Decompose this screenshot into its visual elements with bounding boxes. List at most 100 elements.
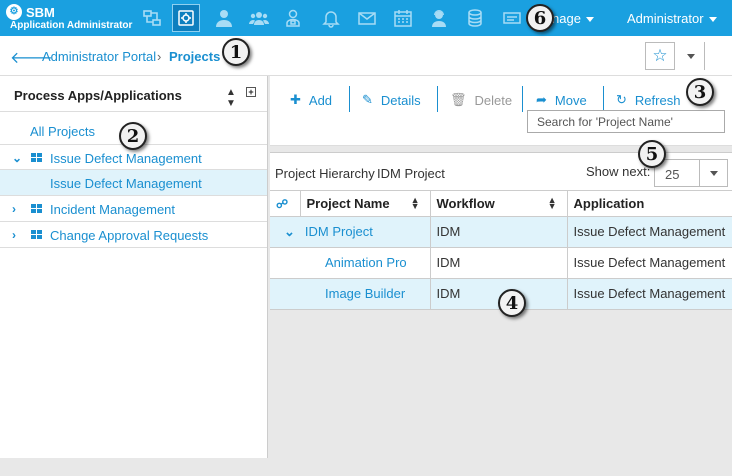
delete-label: Delete [474,92,513,108]
sort-icon[interactable]: ▲ ▼ [548,196,557,211]
hierarchy-column-header[interactable]: ☍ [270,191,301,217]
toolbar-divider [522,86,523,112]
tree-item-issue-defect-management-child[interactable]: Issue Defect Management [0,170,267,196]
toolbar: ✚ Add ✎ Details 🗑 Delete ➦ Move ↻ Refresh Sea… [270,76,732,146]
table-header-row: ☍ Project Name ▲ ▼ Workflow ▲ ▼ Application [270,191,732,217]
toolbar-divider [603,86,604,112]
projects-grid: Project Hierarchy IDM Project Show next:… [270,152,732,310]
tree-item-label: Incident Management [50,202,176,217]
callout-4: 4 [498,289,526,317]
tree-item-change-approval-requests[interactable]: › Change Approval Requests [0,222,267,248]
refresh-icon: ↻ [616,92,627,107]
favorite-button[interactable]: ☆ [645,42,675,70]
chevron-down-icon[interactable]: ⌄ [12,151,22,165]
favorite-dropdown-button[interactable] [677,42,705,70]
brand[interactable]: ⚙ SBM [6,4,55,20]
panel-title: Process Apps/Applications [14,88,182,103]
add-button[interactable]: ✚ Add [290,89,332,111]
move-button[interactable]: ➦ Move [536,89,587,111]
details-label: Details [380,92,421,108]
calendar-icon[interactable] [389,4,417,32]
application-cell: Issue Defect Management [567,278,732,310]
sort-icon[interactable]: ▲ ▼ [411,196,420,211]
star-icon: ☆ [652,46,668,65]
callout-6: 6 [526,4,554,32]
projects-table: ☍ Project Name ▲ ▼ Workflow ▲ ▼ Application … [270,191,732,310]
application-cell: Issue Defect Management [567,216,732,248]
breadcrumb: 🡐 Administrator Portal › Projects ☆ [0,36,732,76]
show-next-label: Show next: [586,164,651,179]
breadcrumb-separator: › [157,49,162,64]
application-cell: Issue Defect Management [567,247,732,279]
project-name[interactable]: Image Builder [325,286,405,301]
database-icon[interactable] [461,4,489,32]
application-grid-icon [31,230,43,240]
workflow-cell: IDM [430,216,568,248]
workflow-column-header[interactable]: Workflow ▲ ▼ [430,191,568,217]
column-label: Project Name [306,195,390,211]
role-icon[interactable] [279,4,307,32]
move-label: Move [554,92,587,108]
application-grid-icon [31,204,43,214]
callout-5: 5 [638,140,666,168]
show-next-select[interactable]: 25 [654,159,728,187]
add-label: Add [308,92,333,108]
application-column-header[interactable]: Application [567,191,732,217]
workflow-cell: IDM [430,247,568,279]
toolbar-divider [349,86,350,112]
move-arrow-icon: ➦ [536,92,547,107]
administrator-menu[interactable]: Administrator [627,11,717,26]
column-label: Workflow [436,195,495,211]
project-name-cell[interactable]: ⌄ IDM Project [270,216,431,248]
sort-icon[interactable]: ▲ ▼ [226,87,236,109]
mail-icon[interactable] [353,4,381,32]
hierarchy-icon: ☍ [276,196,289,211]
delete-button[interactable]: 🗑 Delete [450,89,512,111]
user-icon[interactable] [210,4,238,32]
support-user-icon[interactable] [425,4,453,32]
top-navigation-bar: ⚙ SBM Application Administrator nage Adm… [0,0,732,36]
search-input[interactable]: Search for 'Project Name' [527,110,725,133]
administrator-label: Administrator [627,11,704,26]
chevron-down-icon [708,17,717,23]
tree-item-label: Issue Defect Management [50,151,202,166]
breadcrumb-portal-link[interactable]: Administrator Portal [42,49,156,64]
process-apps-icon[interactable] [138,4,166,32]
page-title: Projects [169,49,221,64]
project-hierarchy-value[interactable]: IDM Project [377,166,445,181]
table-row[interactable]: Animation Pro IDM Issue Defect Managemen… [270,247,732,279]
project-name-cell[interactable]: Image Builder [270,278,431,310]
project-name-cell[interactable]: Animation Pro [270,247,431,279]
application-grid-icon [31,153,43,163]
chevron-down-icon[interactable] [699,160,728,186]
tree-item-incident-management[interactable]: › Incident Management [0,196,267,222]
chevron-right-icon[interactable]: › [12,228,16,242]
notification-bell-icon[interactable] [317,4,345,32]
chevron-down-icon [686,53,695,59]
chevron-right-icon[interactable]: › [12,202,16,216]
expand-all-icon[interactable]: + [246,87,256,97]
brand-subtitle: Application Administrator [10,20,133,31]
plus-icon: ✚ [290,92,301,107]
manage-menu[interactable]: nage [552,11,594,26]
table-row[interactable]: ⌄ IDM Project IDM Issue Defect Management [270,216,732,248]
project-name[interactable]: Animation Pro [325,255,407,270]
projects-icon[interactable] [172,4,200,32]
callout-3: 3 [686,78,714,106]
column-label: Application [573,195,645,211]
details-button[interactable]: ✎ Details [362,89,421,111]
panel-header: Process Apps/Applications ▲ ▼ + [0,76,267,112]
chevron-down-icon [585,17,594,23]
refresh-button[interactable]: ↻ Refresh [616,89,680,111]
projects-panel: ✚ Add ✎ Details 🗑 Delete ➦ Move ↻ Refresh Sea… [270,76,732,458]
chevron-down-icon[interactable]: ⌄ [284,224,295,239]
trash-icon: 🗑 [450,92,467,107]
manage-label: nage [552,11,581,26]
tree-item-label: Issue Defect Management [50,176,202,191]
import-export-icon[interactable] [498,4,526,32]
show-next-value: 25 [665,167,680,182]
groups-icon[interactable] [245,4,273,32]
pencil-icon: ✎ [362,92,373,107]
project-name-column-header[interactable]: Project Name ▲ ▼ [300,191,431,217]
project-name[interactable]: IDM Project [305,224,373,239]
